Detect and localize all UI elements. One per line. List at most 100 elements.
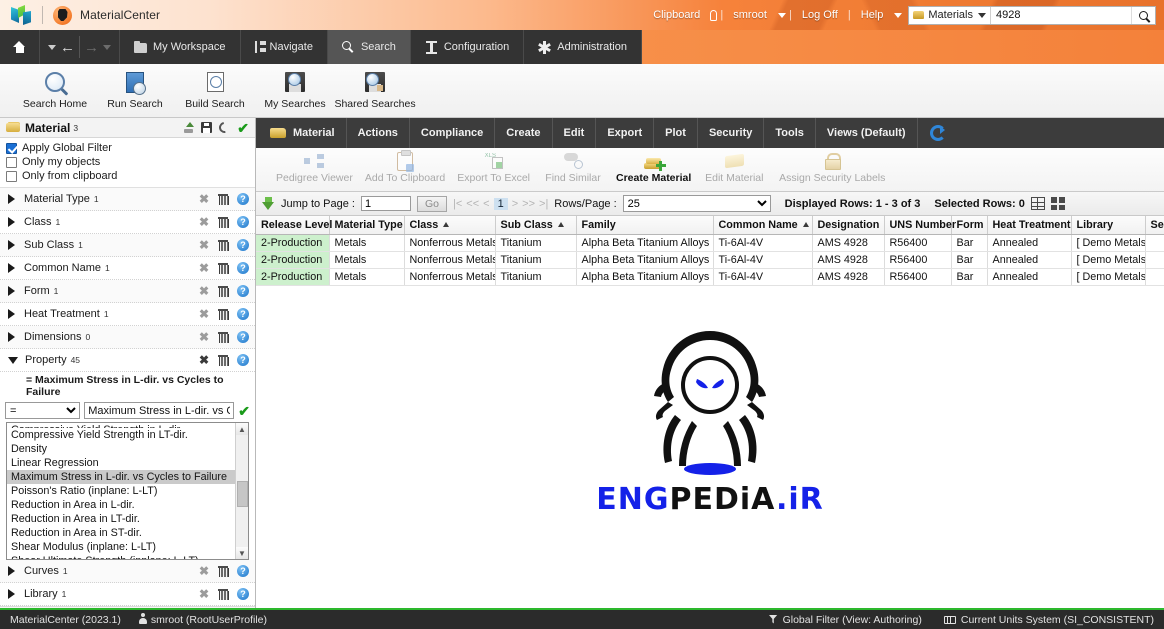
tab-export[interactable]: Export [596,118,655,148]
clear-icon[interactable]: ✖ [199,331,209,343]
expand-triangle-icon[interactable] [8,240,15,250]
col-form[interactable]: Form [951,216,988,235]
property-operator-select[interactable]: = [5,402,81,419]
apply-check-icon[interactable]: ✔ [238,404,250,418]
delete-icon[interactable] [218,308,229,320]
undo-icon[interactable] [217,119,233,136]
col-security-label[interactable]: Security Label [1145,216,1164,235]
help-icon[interactable]: ? [237,239,249,251]
search-scope-dropdown[interactable]: Materials [909,6,991,24]
help-icon[interactable]: ? [237,216,249,228]
help-icon[interactable]: ? [237,588,249,600]
help-chevron-down-icon[interactable] [894,12,903,18]
nav-home-button[interactable] [0,30,40,64]
prev-jump-button[interactable]: << [466,198,479,210]
tab-views[interactable]: Views (Default) [816,118,918,148]
logoff-link[interactable]: Log Off [795,9,845,21]
tab-plot[interactable]: Plot [654,118,698,148]
help-icon[interactable]: ? [237,565,249,577]
clear-icon[interactable]: ✖ [199,588,209,600]
help-icon[interactable]: ? [237,193,249,205]
last-page-button[interactable]: >| [539,198,548,210]
user-chevron-down-icon[interactable] [777,12,786,18]
rows-per-page-select[interactable]: 25 [622,195,771,212]
units-system-status[interactable]: Current Units System (SI_CONSISTENT) [943,614,1154,626]
collapse-triangle-icon[interactable] [8,356,18,364]
back-history-chevron-down-icon[interactable] [48,44,56,50]
condition-heat-treatment[interactable]: Heat Treatment 1 ✖ ? [0,303,255,326]
listbox-scrollbar[interactable]: ▲ ▼ [235,423,248,559]
condition-sub-class[interactable]: Sub Class 1 ✖ ? [0,234,255,257]
list-item[interactable]: Shear Modulus (inplane: L-LT) [7,540,235,554]
tab-edit[interactable]: Edit [553,118,597,148]
checkbox-icon[interactable] [6,156,17,168]
tab-compliance[interactable]: Compliance [410,118,496,148]
clear-icon[interactable]: ✖ [199,308,209,320]
nav-item-search[interactable]: Search [327,30,411,64]
condition-common-name[interactable]: Common Name 1 ✖ ? [0,257,255,280]
back-arrow-icon[interactable]: ← [59,40,76,55]
help-icon[interactable]: ? [237,308,249,320]
current-page-number[interactable]: 1 [493,197,508,210]
upload-icon[interactable] [183,122,195,133]
clear-icon[interactable]: ✖ [199,239,209,251]
clear-icon[interactable]: ✖ [199,285,209,297]
col-designation[interactable]: Designation [812,216,885,235]
next-page-button[interactable]: > [512,198,518,210]
tab-create[interactable]: Create [495,118,553,148]
col-uns-number[interactable]: UNS Number [884,216,956,235]
tab-security[interactable]: Security [698,118,765,148]
help-link[interactable]: Help [854,9,891,21]
help-icon[interactable]: ? [237,354,249,366]
toolbar-shared-searches[interactable]: Shared Searches [334,68,416,110]
col-material-type[interactable]: Material Type [329,216,405,235]
tab-material[interactable]: Material [256,118,347,148]
expand-triangle-icon[interactable] [8,286,15,296]
delete-icon[interactable] [218,262,229,274]
global-filter-status[interactable]: Global Filter (View: Authoring) [768,614,922,626]
condition-dimensions[interactable]: Dimensions 0 ✖ ? [0,326,255,349]
action-pedigree-viewer[interactable]: Pedigree Viewer [272,150,357,184]
toolbar-run-search[interactable]: Run Search [98,68,172,110]
search-input[interactable] [991,6,1131,24]
col-common-name[interactable]: Common Name [713,216,813,235]
expand-triangle-icon[interactable] [8,332,15,342]
toolbar-search-home[interactable]: Search Home [18,68,92,110]
search-submit-button[interactable] [1131,6,1155,24]
filter-only-from-clipboard[interactable]: Only from clipboard [6,169,249,183]
clear-icon[interactable]: ✖ [199,262,209,274]
filter-apply-global[interactable]: Apply Global Filter [6,141,249,155]
delete-icon[interactable] [218,216,229,228]
expand-triangle-icon[interactable] [8,589,15,599]
list-item[interactable]: Compressive Yield Strength in LT-dir. [7,428,235,442]
nav-item-administration[interactable]: Administration [524,30,642,64]
list-item[interactable]: Shear Ultimate Strength (inplane: L-LT) [7,554,235,559]
help-icon[interactable]: ? [237,285,249,297]
action-add-to-clipboard[interactable]: Add To Clipboard [361,149,449,184]
col-heat-treatment[interactable]: Heat Treatment [987,216,1072,235]
action-find-similar[interactable]: Find Similar [538,150,608,184]
page-number-input[interactable] [361,196,411,211]
property-value-input[interactable] [84,402,235,419]
expand-triangle-icon[interactable] [8,194,15,204]
col-release-level[interactable]: Release Level [256,216,332,235]
expand-triangle-icon[interactable] [8,217,15,227]
property-options-listbox[interactable]: Compressive Yield Strength in L-dir. Com… [6,422,249,560]
next-jump-button[interactable]: >> [522,198,535,210]
toolbar-my-searches[interactable]: My Searches [258,68,332,110]
condition-library[interactable]: Library 1 ✖ ? [0,583,255,606]
scrollbar-thumb[interactable] [237,481,248,507]
condition-form[interactable]: Form 1 ✖ ? [0,280,255,303]
table-row[interactable]: 2-Production Metals Nonferrous Metals Ti… [256,268,1164,286]
action-export-to-excel[interactable]: Export To Excel [453,150,534,184]
condition-material-type[interactable]: Material Type 1 ✖ ? [0,188,255,211]
card-view-icon[interactable] [1050,197,1065,210]
list-item[interactable]: Poisson's Ratio (inplane: L-LT) [7,484,235,498]
clear-icon[interactable]: ✖ [199,354,209,366]
expand-triangle-icon[interactable] [8,309,15,319]
delete-icon[interactable] [218,285,229,297]
refresh-button[interactable] [918,118,958,148]
tab-tools[interactable]: Tools [764,118,816,148]
list-item[interactable]: Reduction in Area in ST-dir. [7,526,235,540]
col-family[interactable]: Family [576,216,714,235]
